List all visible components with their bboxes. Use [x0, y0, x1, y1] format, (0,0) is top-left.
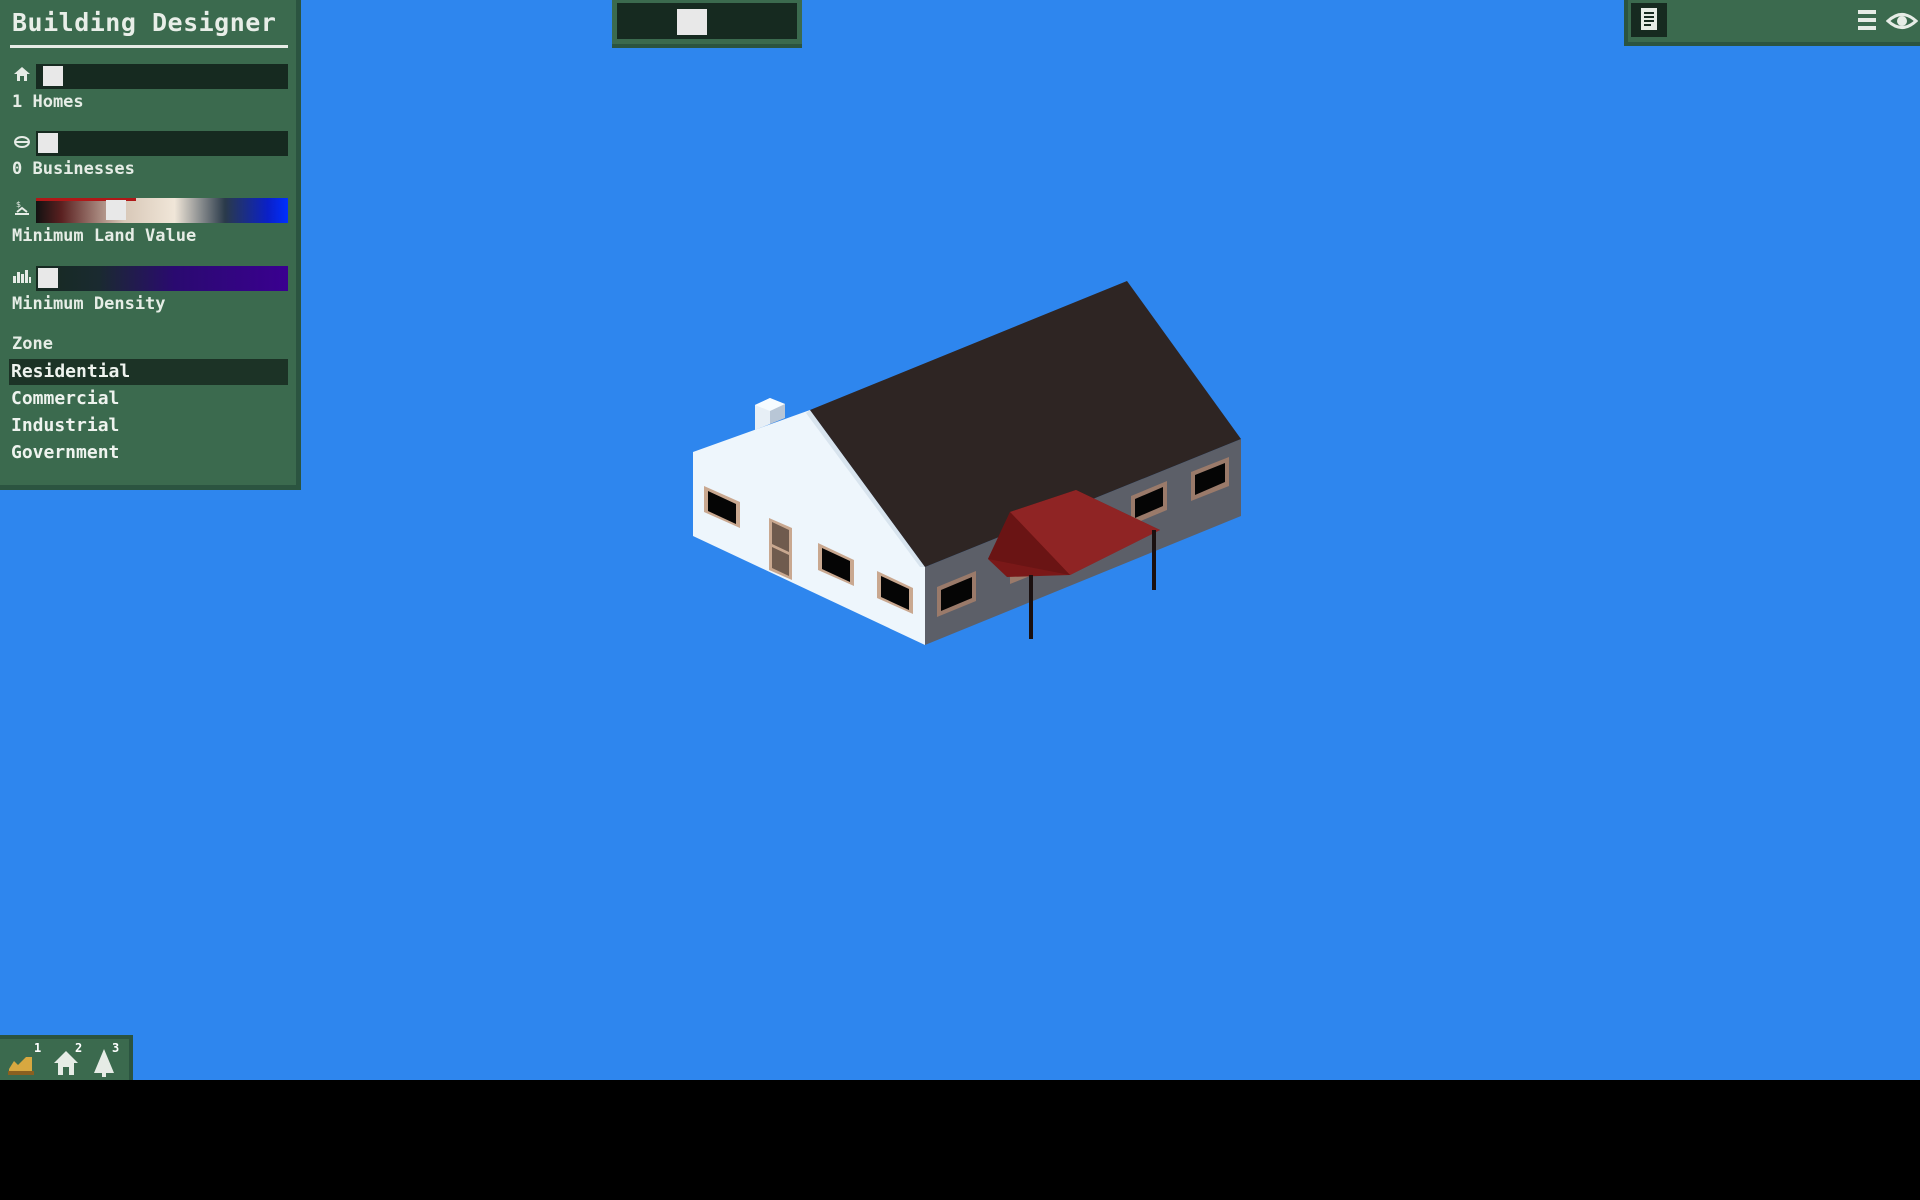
business-icon: [12, 134, 32, 152]
speed-knob[interactable]: [677, 9, 707, 35]
homes-slider-knob[interactable]: [43, 66, 63, 86]
zone-government[interactable]: Government: [9, 440, 288, 466]
zone-header: Zone: [12, 334, 53, 354]
house-tool[interactable]: 2: [50, 1041, 84, 1079]
land-value-slider-knob[interactable]: [106, 200, 126, 220]
panel-title: Building Designer: [12, 8, 277, 37]
menu-icon: [1858, 10, 1876, 30]
businesses-label: 0 Businesses: [12, 159, 135, 179]
density-label: Minimum Density: [12, 294, 166, 314]
top-speed-control[interactable]: [612, 0, 802, 48]
zone-industrial[interactable]: Industrial: [9, 413, 288, 439]
density-slider-knob[interactable]: [38, 268, 58, 288]
tree-tool-key: 3: [112, 1041, 120, 1055]
title-divider: [10, 45, 288, 48]
top-right-toolbar: [1624, 0, 1920, 46]
homes-label: 1 Homes: [12, 92, 84, 112]
game-viewport[interactable]: Building Designer 1 Homes 0 Businesses $…: [0, 0, 1920, 1080]
land-value-slider[interactable]: [36, 198, 288, 223]
businesses-slider-knob[interactable]: [38, 133, 58, 153]
bulldozer-tool-key: 1: [34, 1041, 42, 1055]
letterbox-bar: [0, 1080, 1920, 1200]
eye-icon: [1885, 13, 1919, 29]
document-button[interactable]: [1631, 3, 1667, 37]
building-designer-panel: Building Designer 1 Homes 0 Businesses $…: [0, 0, 301, 490]
svg-text:$: $: [16, 200, 21, 209]
speed-track[interactable]: [617, 3, 797, 39]
zone-commercial[interactable]: Commercial: [9, 386, 288, 412]
bulldozer-tool[interactable]: 1: [6, 1041, 41, 1079]
house-tool-key: 2: [75, 1041, 83, 1055]
land-value-label: Minimum Land Value: [12, 226, 197, 246]
menu-button[interactable]: [1856, 6, 1880, 34]
view-button[interactable]: [1885, 8, 1919, 34]
land-value-icon: $: [12, 200, 32, 218]
tree-tool[interactable]: 3: [90, 1041, 124, 1079]
density-icon: [12, 268, 32, 286]
zone-residential[interactable]: Residential: [9, 359, 288, 385]
document-icon: [1641, 8, 1657, 30]
businesses-slider[interactable]: [36, 131, 288, 156]
homes-slider[interactable]: [36, 64, 288, 89]
tool-bar: 1 2 3: [0, 1035, 133, 1080]
home-icon: [12, 66, 32, 84]
density-slider[interactable]: [36, 266, 288, 291]
